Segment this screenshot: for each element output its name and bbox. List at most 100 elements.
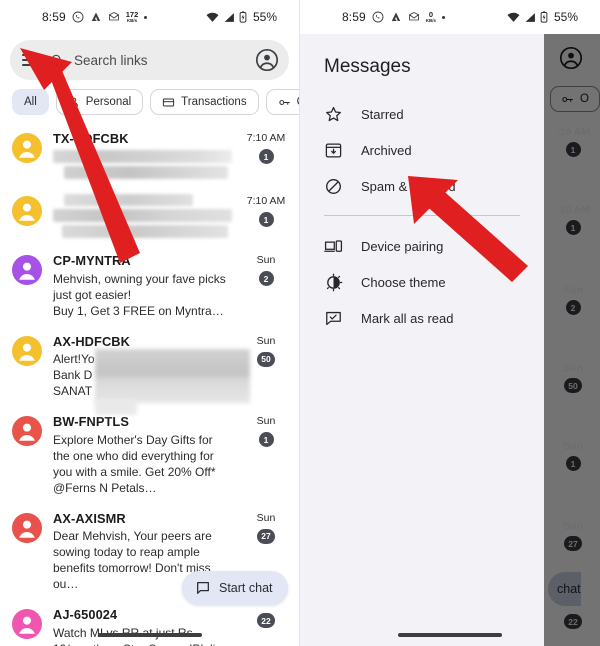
chip-otp-partial[interactable]: O <box>265 89 299 115</box>
drawer-item-spam-and-blocked[interactable]: Spam & blocked <box>300 168 544 204</box>
devices-icon <box>324 237 343 256</box>
avatar <box>12 416 42 447</box>
conversation-title: BW-FNPTLS <box>53 414 129 430</box>
adobe-icon <box>90 11 102 23</box>
redacted-snippet <box>53 150 232 180</box>
hamburger-icon[interactable] <box>22 54 40 66</box>
conversation-row[interactable]: TX-HDFCBK 7:10 AM 1 <box>0 123 299 186</box>
data-speed-icon: 0 KB/s <box>426 11 436 23</box>
unread-badge: 1 <box>258 212 274 228</box>
conversation-title: AX-AXISMR <box>53 510 126 526</box>
redacted-snippet <box>53 209 232 239</box>
data-speed-icon: 172 KB/s <box>126 11 139 23</box>
right-phone-panel: 8:59 0 KB/s 55% Messages Starred Archive… <box>300 0 600 646</box>
dot-icon <box>144 15 148 19</box>
conversation-time: Sun <box>256 334 276 347</box>
chip-all[interactable]: All <box>12 89 49 115</box>
conversation-meta: Sun 2 <box>243 252 289 287</box>
drawer-item-choose-theme[interactable]: Choose theme <box>300 264 544 300</box>
chip-transactions-label: Transactions <box>181 96 247 108</box>
wifi-icon <box>206 12 219 23</box>
conversation-meta: Sun 27 <box>243 510 289 545</box>
conversation-meta: Sun 1 <box>243 413 289 448</box>
conversation-list[interactable]: TX-HDFCBK 7:10 AM 1 7:10 AM 1 CP-MYNTRA … <box>0 123 299 646</box>
battery-icon <box>239 11 247 23</box>
status-bar-left: 8:59 0 KB/s <box>342 10 446 24</box>
signal-icon <box>524 12 536 23</box>
conversation-body: CP-MYNTRA Mehvish, owning your fave pick… <box>53 252 232 319</box>
conversation-title: CP-MYNTRA <box>53 253 131 269</box>
whatsapp-icon <box>372 11 384 23</box>
status-bar-right: 55% <box>507 10 578 24</box>
conversation-body: BW-FNPTLS Explore Mother's Day Gifts for… <box>53 413 232 496</box>
conversation-title: TX-HDFCBK <box>53 131 129 146</box>
adobe-icon <box>390 11 402 23</box>
avatar <box>12 335 42 366</box>
battery-percent: 55% <box>553 10 578 24</box>
gesture-bar[interactable] <box>0 624 299 646</box>
chip-transactions[interactable]: Transactions <box>150 89 259 115</box>
redaction-overlay <box>95 348 250 403</box>
chip-personal-label: Personal <box>85 96 132 108</box>
avatar <box>12 133 42 163</box>
drawer-divider <box>324 215 520 216</box>
avatar <box>12 512 42 543</box>
account-circle-icon[interactable] <box>255 48 279 72</box>
person-icon <box>68 96 80 108</box>
chip-all-label: All <box>24 96 37 108</box>
drawer-item-starred[interactable]: Starred <box>300 96 544 132</box>
conversation-row[interactable]: 7:10 AM 1 <box>0 186 299 245</box>
conversation-meta: 7:10 AM 1 <box>243 130 289 165</box>
card-icon <box>162 96 175 109</box>
drawer-item-device-pairing[interactable]: Device pairing <box>300 228 544 264</box>
search-bar[interactable]: Search links <box>10 40 289 80</box>
conversation-snippet: Explore Mother's Day Gifts for the one w… <box>53 432 216 495</box>
drawer-item-label: Mark all as read <box>361 310 454 326</box>
signal-icon <box>223 12 235 23</box>
gesture-bar[interactable] <box>300 624 600 646</box>
theme-contrast-icon <box>324 273 343 292</box>
data-speed-unit: KB/s <box>126 17 138 23</box>
archive-icon <box>324 141 343 160</box>
start-chat-label: Start chat <box>219 581 273 595</box>
conversation-time: Sun <box>256 254 276 267</box>
chat-bubble-icon <box>195 580 211 596</box>
status-bar-left: 8:59 172 KB/s <box>42 10 148 24</box>
status-time: 8:59 <box>42 10 66 24</box>
status-time: 8:59 <box>342 10 366 24</box>
navigation-drawer: Messages Starred Archived Spam & blocked <box>300 34 544 646</box>
redacted-title <box>53 194 232 207</box>
conversation-title: AX-HDFCBK <box>53 333 130 349</box>
drawer-item-mark-all-as-read[interactable]: Mark all as read <box>300 300 544 336</box>
screenshot-stage: 8:59 172 KB/s 55% Search links All Perso… <box>0 0 600 646</box>
conversation-row[interactable]: AX-HDFCBK Alert!Yo Bank D SANAT Sun 50 <box>0 326 299 415</box>
unread-badge: 50 <box>257 351 275 367</box>
dot-icon <box>442 15 446 19</box>
left-phone-panel: 8:59 172 KB/s 55% Search links All Perso… <box>0 0 300 646</box>
block-icon <box>324 177 343 196</box>
mark-read-icon <box>324 309 343 328</box>
conversation-time: 7:10 AM <box>246 195 286 208</box>
conversation-body <box>53 193 232 239</box>
battery-icon <box>540 11 548 23</box>
chip-personal[interactable]: Personal <box>55 89 144 115</box>
status-bar: 8:59 0 KB/s 55% <box>300 0 600 34</box>
filter-chip-row[interactable]: All Personal Transactions O <box>0 80 299 123</box>
unread-badge: 27 <box>257 528 275 544</box>
unread-badge: 1 <box>258 432 274 448</box>
mail-icon <box>408 11 420 23</box>
search-input[interactable]: Search links <box>74 53 245 68</box>
conversation-title: AJ-650024 <box>53 607 118 623</box>
drawer-item-archived[interactable]: Archived <box>300 132 544 168</box>
unread-badge: 2 <box>258 271 274 287</box>
wifi-icon <box>507 12 520 23</box>
conversation-time: Sun <box>256 511 276 524</box>
search-icon <box>50 53 64 67</box>
start-chat-fab[interactable]: Start chat <box>182 571 288 605</box>
whatsapp-icon <box>72 11 84 23</box>
unread-badge: 1 <box>258 149 274 164</box>
conversation-row[interactable]: BW-FNPTLS Explore Mother's Day Gifts for… <box>0 406 299 503</box>
scrim-overlay[interactable] <box>544 34 600 646</box>
star-outline-icon <box>324 105 343 124</box>
conversation-row[interactable]: CP-MYNTRA Mehvish, owning your fave pick… <box>0 245 299 326</box>
